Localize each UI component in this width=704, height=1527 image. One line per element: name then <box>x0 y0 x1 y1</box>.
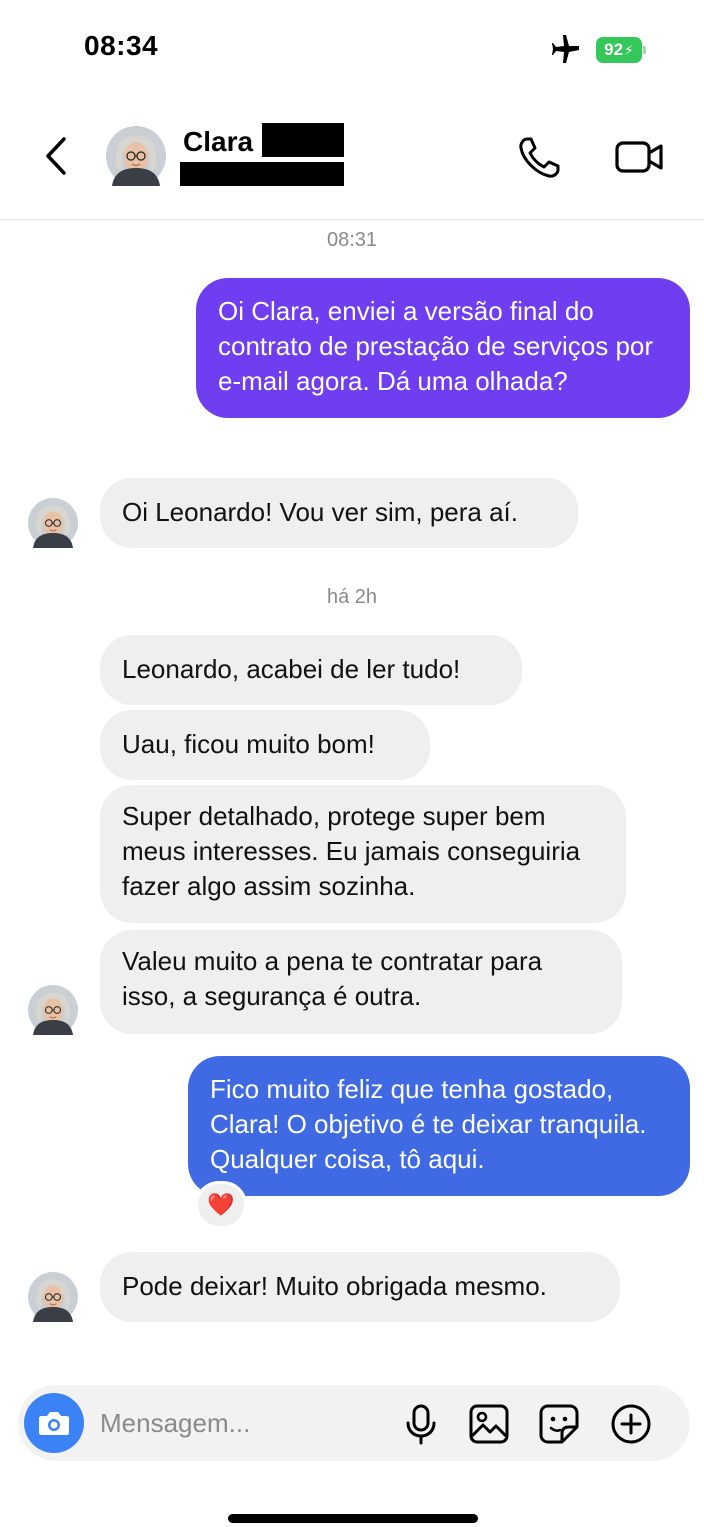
status-time: 08:34 <box>84 30 159 61</box>
status-bar: 08:34 92 ⚡ <box>0 0 704 100</box>
sender-avatar[interactable] <box>28 498 78 548</box>
camera-button[interactable] <box>24 1393 84 1453</box>
microphone-icon[interactable] <box>400 1403 442 1445</box>
airplane-icon <box>552 35 579 63</box>
redaction-bar <box>180 162 344 186</box>
message-composer <box>18 1385 690 1461</box>
incoming-message[interactable]: Leonardo, acabei de ler tudo! <box>100 635 522 705</box>
message-input[interactable] <box>100 1403 390 1443</box>
incoming-message[interactable]: Valeu muito a pena te contratar para iss… <box>100 930 622 1034</box>
redaction-bar <box>262 123 344 157</box>
heart-reaction[interactable]: ❤️ <box>195 1181 247 1229</box>
incoming-message[interactable]: Oi Leonardo! Vou ver sim, pera aí. <box>100 478 578 548</box>
back-icon[interactable] <box>38 135 74 177</box>
phone-icon[interactable] <box>516 135 562 181</box>
plus-icon[interactable] <box>610 1403 652 1445</box>
battery-level: 92 ⚡ <box>596 37 642 63</box>
image-icon[interactable] <box>468 1403 510 1445</box>
incoming-message[interactable]: Super detalhado, protege super bem meus … <box>100 785 626 923</box>
outgoing-message[interactable]: Fico muito feliz que tenha gostado, Clar… <box>188 1056 690 1196</box>
contact-avatar[interactable] <box>106 126 166 186</box>
timestamp: 08:31 <box>326 229 378 251</box>
outgoing-message[interactable]: Oi Clara, enviei a versão final do contr… <box>196 278 690 418</box>
home-indicator[interactable] <box>228 1514 478 1523</box>
battery-icon: 92 ⚡ <box>596 37 646 63</box>
incoming-message[interactable]: Uau, ficou muito bom! <box>100 710 430 780</box>
incoming-message[interactable]: Pode deixar! Muito obrigada mesmo. <box>100 1252 620 1322</box>
sender-avatar[interactable] <box>28 1272 78 1322</box>
contact-name[interactable]: Clara <box>183 126 253 158</box>
video-icon[interactable] <box>614 137 664 177</box>
chat-header: Clara <box>0 100 704 220</box>
sticker-icon[interactable] <box>538 1403 580 1445</box>
camera-icon <box>39 1412 69 1435</box>
timestamp: há 2h <box>326 586 378 608</box>
sender-avatar[interactable] <box>28 985 78 1035</box>
